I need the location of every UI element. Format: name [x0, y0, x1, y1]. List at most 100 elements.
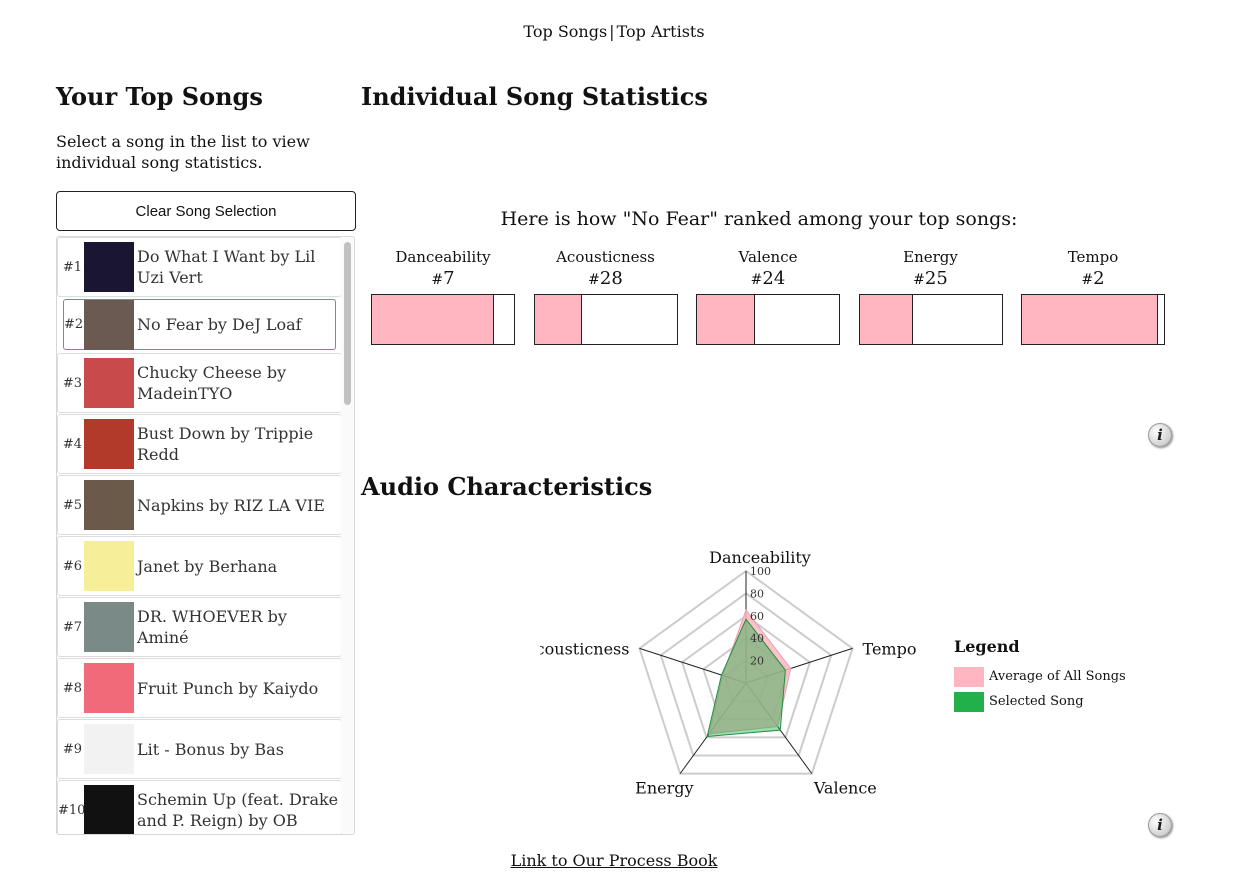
- song-label: Napkins by RIZ LA VIE: [137, 495, 325, 515]
- stat-name: Acousticness: [556, 248, 655, 266]
- stat-name: Valence: [738, 248, 798, 266]
- top-songs-description: Select a song in the list to view indivi…: [56, 132, 310, 172]
- song-rank: #4: [62, 436, 82, 452]
- stat-rank-hash: #: [1081, 272, 1094, 288]
- legend-item-selected: Selected Song: [954, 689, 1126, 714]
- song-rank: #9: [62, 741, 82, 757]
- stat-rank: #28: [534, 268, 678, 294]
- stat-name: Energy: [903, 248, 958, 266]
- nav-separator: |: [609, 22, 615, 41]
- song-label: Chucky Cheese by MadeinTYO: [137, 363, 287, 403]
- nav-top-songs-link[interactable]: Top Songs: [523, 22, 607, 41]
- song-list-scrollbar[interactable]: [341, 238, 353, 833]
- radar-tick-label: 40: [750, 632, 764, 645]
- radar-axis-label: Acousticness: [540, 639, 629, 658]
- stat-acousticness: Acousticness #28: [533, 248, 678, 345]
- song-label: Fruit Punch by Kaiydo: [137, 678, 319, 698]
- legend-swatch-selected: [954, 691, 984, 712]
- rank-heading: Here is how "No Fear" ranked among your …: [500, 208, 1018, 230]
- song-list[interactable]: #1 Do What I Want by Lil Uzi Vert #2 No Fea…: [56, 236, 355, 835]
- stat-rank-number: 7: [443, 268, 455, 289]
- footer: Link to Our Process Book: [0, 851, 1228, 870]
- legend-label-average: Average of All Songs: [989, 669, 1126, 684]
- song-label: Do What I Want by Lil Uzi Vert: [137, 247, 316, 287]
- album-art-thumbnail: [84, 299, 134, 350]
- stat-bar-fill: [1022, 295, 1158, 344]
- stat-danceability: Danceability #7: [371, 248, 515, 345]
- song-label: DR. WHOEVER by Aminé: [137, 607, 287, 647]
- stat-bar: [1021, 294, 1165, 345]
- song-rank: #8: [62, 680, 82, 696]
- stat-bar-fill: [697, 295, 755, 344]
- stat-bar-fill: [859, 295, 914, 344]
- radar-chart: 20406080100DanceabilityTempoValenceEnerg…: [540, 548, 916, 798]
- song-list-item[interactable]: #7 DR. WHOEVER by Aminé: [57, 597, 342, 657]
- stat-bar: [696, 294, 840, 345]
- radar-legend: Legend Average of All Songs Selected Son…: [954, 637, 1126, 714]
- album-art-thumbnail: [84, 602, 134, 652]
- radar-tick-label: 60: [750, 610, 764, 623]
- stat-rank: #7: [371, 268, 515, 294]
- legend-label-selected: Selected Song: [989, 694, 1084, 709]
- legend-title: Legend: [954, 637, 1020, 656]
- song-rank: #7: [62, 619, 82, 635]
- stat-rank-number: 25: [924, 268, 948, 289]
- stat-bar: [858, 294, 1003, 345]
- top-nav: Top Songs | Top Artists: [0, 22, 1228, 41]
- song-list-item[interactable]: #5 Napkins by RIZ LA VIE: [57, 475, 342, 535]
- process-book-link[interactable]: Link to Our Process Book: [511, 851, 718, 870]
- stat-rank-number: 2: [1093, 268, 1105, 289]
- radar-tick-label: 20: [750, 655, 764, 668]
- stats-info-icon[interactable]: i: [1148, 423, 1172, 447]
- stat-bar: [371, 294, 515, 345]
- stat-name: Danceability: [395, 248, 491, 266]
- stat-rank-hash: #: [431, 272, 444, 288]
- individual-stats-title: Individual Song Statistics: [361, 82, 708, 111]
- song-list-item[interactable]: #9 Lit - Bonus by Bas: [57, 719, 342, 779]
- song-rank: #5: [62, 497, 82, 513]
- song-rank: #2: [64, 317, 84, 332]
- song-rank: #10: [58, 802, 86, 818]
- radar-axis-label: Valence: [813, 779, 877, 798]
- song-list-items: #1 Do What I Want by Lil Uzi Vert #2 No Fea…: [57, 237, 342, 834]
- song-list-item[interactable]: #10 Schemin Up (feat. Drake and P. Reign)…: [57, 780, 342, 834]
- song-list-item[interactable]: #6 Janet by Berhana: [57, 536, 342, 596]
- legend-swatch-average: [954, 666, 984, 687]
- song-list-item[interactable]: #8 Fruit Punch by Kaiydo: [57, 658, 342, 718]
- stat-rank-hash: #: [750, 272, 763, 288]
- song-label: Janet by Berhana: [137, 556, 278, 576]
- radar-axis-label: Energy: [635, 779, 693, 798]
- song-list-item[interactable]: #3 Chucky Cheese by MadeinTYO: [57, 353, 342, 413]
- stat-rank-hash: #: [913, 272, 925, 288]
- album-art-thumbnail: [84, 358, 134, 408]
- stat-name: Tempo: [1067, 248, 1119, 266]
- album-art-thumbnail: [84, 541, 134, 591]
- audio-info-icon[interactable]: i: [1148, 813, 1172, 837]
- song-label: No Fear by DeJ Loaf: [137, 315, 302, 334]
- stat-rank: #2: [1021, 268, 1165, 294]
- song-label: Schemin Up (feat. Drake and P. Reign) by…: [137, 790, 339, 830]
- song-list-scrollbar-thumb[interactable]: [344, 242, 351, 405]
- clear-song-selection-button[interactable]: Clear Song Selection: [56, 191, 356, 231]
- album-art-thumbnail: [84, 724, 134, 774]
- song-list-item[interactable]: #1 Do What I Want by Lil Uzi Vert: [57, 237, 342, 297]
- album-art-thumbnail: [84, 785, 134, 834]
- radar-axis-label: Danceability: [709, 548, 811, 567]
- stat-rank-number: 24: [762, 268, 786, 289]
- stat-rank-number: 28: [599, 268, 623, 289]
- stat-rank: #25: [859, 268, 1003, 294]
- song-rank: #6: [62, 558, 82, 574]
- nav-top-artists-link[interactable]: Top Artists: [617, 22, 705, 41]
- radar-tick-label: 80: [750, 587, 764, 600]
- top-songs-title: Your Top Songs: [56, 82, 263, 111]
- song-list-item[interactable]: #2 No Fear by DeJ Loaf: [63, 299, 336, 350]
- stat-rank: #24: [696, 268, 840, 294]
- song-rank: #3: [62, 375, 82, 391]
- stat-bar: [533, 294, 678, 345]
- song-list-item[interactable]: #4 Bust Down by Trippie Redd: [57, 414, 342, 474]
- stat-tempo: Tempo #2: [1021, 248, 1165, 345]
- stat-bar-fill: [534, 295, 583, 344]
- stat-energy: Energy #25: [858, 248, 1003, 345]
- album-art-thumbnail: [84, 419, 134, 469]
- song-rank: #1: [62, 259, 82, 275]
